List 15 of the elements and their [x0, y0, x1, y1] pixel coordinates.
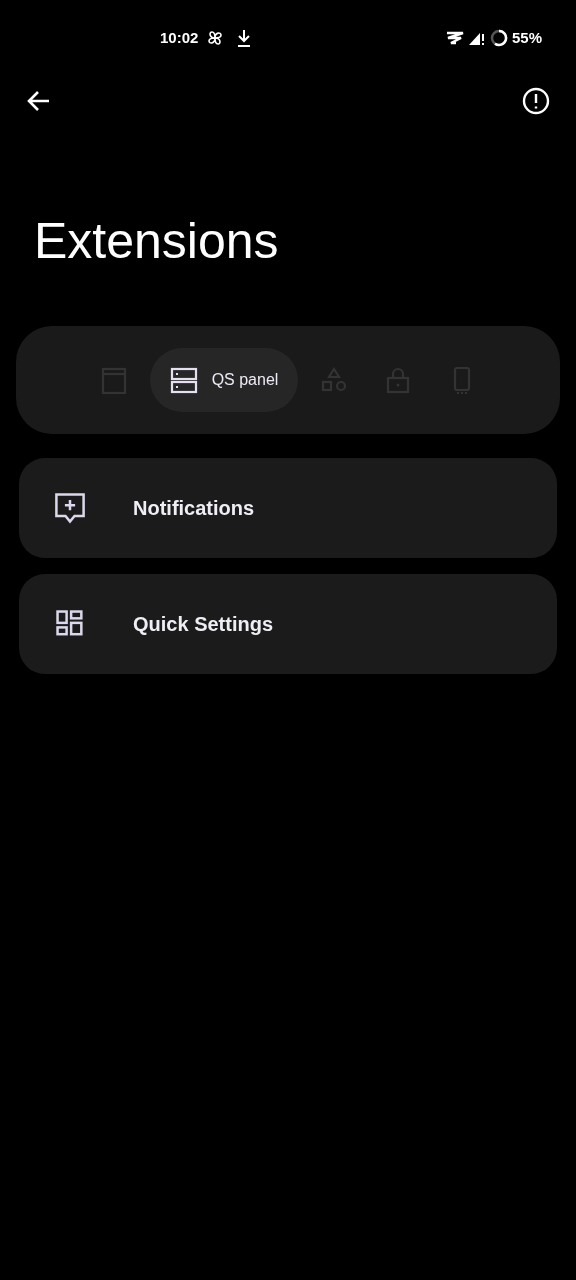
battery-percent: 55%	[511, 27, 542, 48]
message-plus-icon	[53, 491, 87, 525]
download-icon	[236, 29, 253, 47]
alert-icon	[522, 87, 550, 115]
settings-item[interactable]: Notifications	[19, 458, 557, 558]
header-panel-icon	[99, 366, 128, 394]
pinwheel-icon	[206, 29, 225, 47]
status-time: 10:02	[160, 27, 199, 48]
tab[interactable]: QS panel	[149, 348, 299, 412]
settings-item[interactable]: Quick Settings	[19, 574, 557, 674]
server-icon	[169, 366, 198, 394]
shapes-icon	[320, 366, 349, 394]
page-title: Extensions	[34, 216, 280, 266]
info-button[interactable]	[522, 87, 550, 115]
battery-ring-icon	[489, 29, 508, 47]
